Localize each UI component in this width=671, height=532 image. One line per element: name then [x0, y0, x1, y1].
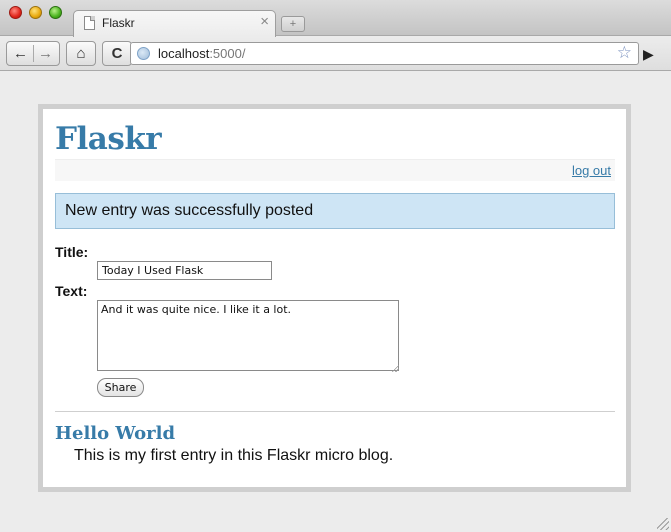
logout-link[interactable]: log out — [572, 163, 611, 178]
meta-nav: log out — [55, 159, 615, 181]
entry-body: This is my first entry in this Flaskr mi… — [74, 447, 394, 464]
minimize-window-button[interactable] — [29, 6, 42, 19]
url-port: :5000/ — [209, 46, 246, 61]
title-label: Title: — [55, 244, 89, 260]
forward-arrow-icon[interactable]: → — [33, 42, 58, 65]
tab-close-icon[interactable]: × — [260, 13, 269, 30]
flash-message: New entry was successfully posted — [55, 193, 615, 229]
tab-bar: Flaskr × + — [0, 0, 671, 37]
divider — [55, 411, 615, 412]
back-arrow-icon[interactable]: ← — [8, 42, 33, 65]
url-text: localhost:5000/ — [158, 46, 245, 61]
back-forward-group: ← → — [6, 41, 60, 66]
new-tab-button[interactable]: + — [281, 16, 305, 32]
browser-toolbar: ← → ⌂ C localhost:5000/ ☆ ▶ — [0, 37, 671, 71]
entry-title: Hello World — [55, 423, 176, 444]
page-menu-icon[interactable]: ▶ — [643, 46, 654, 63]
close-window-button[interactable] — [9, 6, 22, 19]
address-bar[interactable]: localhost:5000/ ☆ — [130, 42, 639, 65]
button-separator — [33, 45, 34, 62]
text-input[interactable]: And it was quite nice. I like it a lot. — [97, 300, 399, 371]
text-label: Text: — [55, 283, 88, 299]
globe-icon — [137, 47, 150, 60]
window-resize-handle[interactable] — [657, 518, 669, 530]
bookmark-star-icon[interactable]: ☆ — [617, 43, 632, 63]
reload-icon[interactable]: C — [102, 41, 132, 66]
page-container: Flaskr log out New entry was successfull… — [38, 104, 631, 492]
site-title: Flaskr — [55, 121, 162, 157]
page-icon — [84, 16, 95, 30]
resize-handle[interactable] — [391, 364, 399, 372]
zoom-window-button[interactable] — [49, 6, 62, 19]
share-button[interactable]: Share — [97, 378, 144, 397]
tab-title: Flaskr — [102, 16, 135, 30]
home-icon[interactable]: ⌂ — [66, 41, 96, 66]
browser-tab[interactable]: Flaskr × — [73, 10, 276, 37]
url-host: localhost — [158, 46, 210, 61]
title-input[interactable] — [97, 261, 272, 280]
